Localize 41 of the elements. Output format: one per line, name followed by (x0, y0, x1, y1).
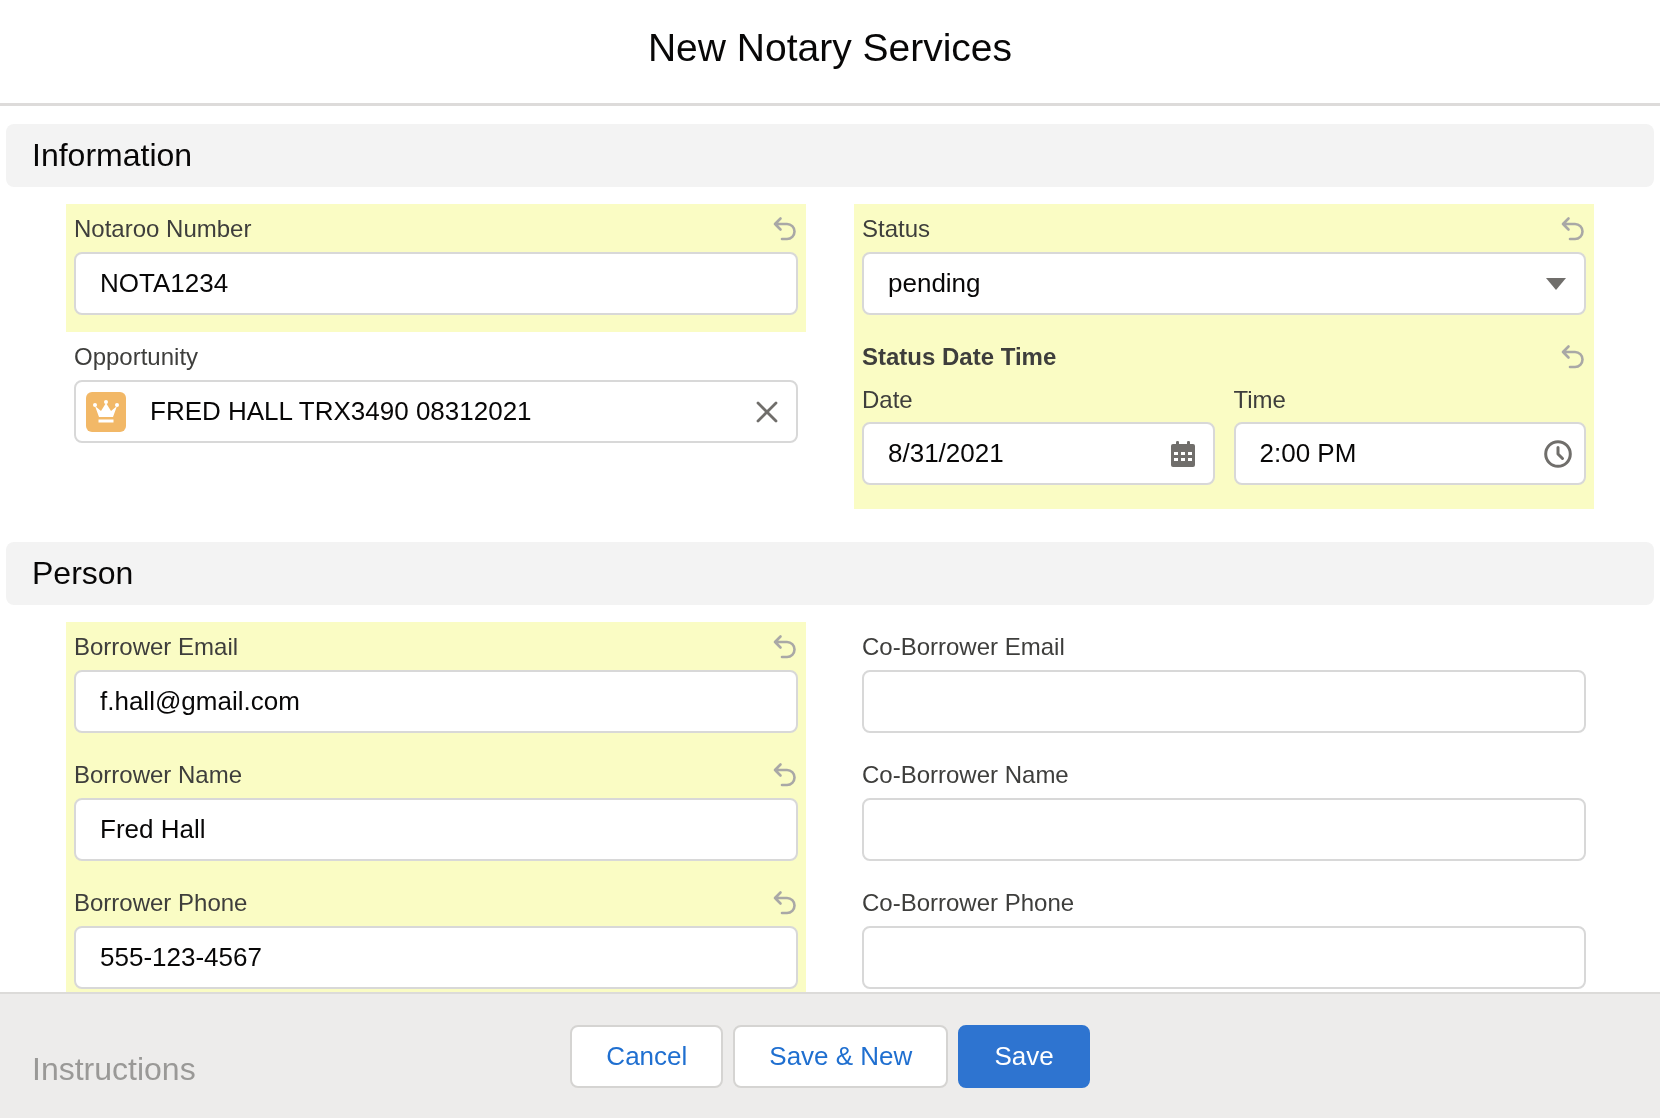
dropdown-caret-icon (1546, 277, 1566, 290)
time-input[interactable]: 2:00 PM (1233, 422, 1586, 485)
text-input[interactable]: f.hall@gmail.com (74, 670, 798, 733)
field-label: Date (862, 385, 913, 415)
undo-icon[interactable] (1560, 216, 1586, 242)
group-label: Status Date Time (862, 342, 1057, 372)
footer-button[interactable]: Save & New (733, 1024, 949, 1088)
undo-icon[interactable] (772, 890, 798, 916)
section-header: Person (6, 542, 1654, 605)
undo-icon[interactable] (1560, 344, 1586, 370)
text-input[interactable] (862, 926, 1586, 989)
field-label: Time (1233, 385, 1286, 415)
field-label: Status (862, 214, 931, 244)
dialog-title: New Notary Services (647, 25, 1013, 70)
date-input[interactable]: 8/31/2021 (862, 422, 1215, 485)
lookup-input[interactable]: FRED HALL TRX3490 08312021 (74, 380, 798, 443)
clear-icon[interactable] (756, 400, 778, 423)
field-label: Co-Borrower Email (862, 632, 1065, 662)
field-label: Borrower Phone (74, 888, 248, 918)
field-label: Co-Borrower Name (862, 760, 1069, 790)
text-input[interactable] (862, 798, 1586, 861)
crown-icon (86, 391, 126, 432)
save-button[interactable]: Save (958, 1024, 1090, 1088)
field-label: Co-Borrower Phone (862, 888, 1075, 918)
undo-icon[interactable] (772, 634, 798, 660)
field-label: Opportunity (74, 342, 199, 372)
field-label: Notaroo Number (74, 214, 252, 244)
field-label: Borrower Email (74, 632, 239, 662)
field-label: Borrower Name (74, 760, 243, 790)
text-input[interactable]: 555-123-4567 (74, 926, 798, 989)
section-header: Information (6, 124, 1654, 187)
text-input[interactable]: NOTA1234 (74, 252, 798, 315)
clock-icon[interactable] (1544, 439, 1572, 468)
undo-icon[interactable] (772, 762, 798, 788)
calendar-icon[interactable] (1170, 440, 1195, 467)
text-input[interactable] (862, 670, 1586, 733)
footer-button[interactable]: Cancel (570, 1024, 724, 1088)
undo-icon[interactable] (772, 216, 798, 242)
picklist-field[interactable]: pending (862, 252, 1586, 315)
text-input[interactable]: Fred Hall (74, 798, 798, 861)
faded-section-title: Instructions (32, 1051, 196, 1088)
